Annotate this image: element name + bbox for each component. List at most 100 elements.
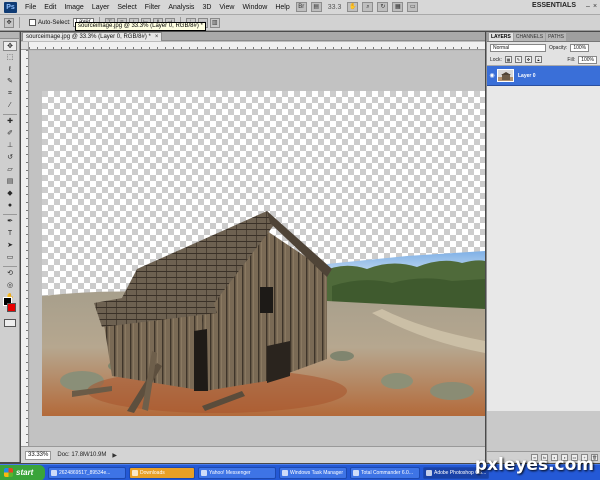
menu-help[interactable]: Help <box>271 0 293 15</box>
fill-field[interactable]: 100% <box>578 55 597 64</box>
divider <box>19 17 20 28</box>
move-tool-preset-icon[interactable]: ✥ <box>4 17 14 28</box>
tab-layers[interactable]: LAYERS <box>489 33 513 41</box>
site-watermark: pxleyes.com <box>474 455 594 475</box>
opacity-label: Opacity: <box>549 45 568 51</box>
tools-panel: ✥ ⬚ ℓ ✎ ⌗ ⁄ ✚ ✐ ⊥ ↺ ▱ ▤ ◆ ● ✒ T ➤ ▭ ⟲ ◎ … <box>0 32 20 462</box>
hand-tool-icon[interactable]: ✋ <box>347 2 359 12</box>
document-size-info: Doc: 17.8M/10.9M <box>57 452 107 458</box>
status-menu-arrow-icon[interactable]: ▶ <box>112 452 117 459</box>
eye-icon[interactable]: ◉ <box>487 72 497 79</box>
quick-select-tool-icon[interactable]: ✎ <box>3 77 17 87</box>
photoshop-logo-icon: Ps <box>4 1 17 13</box>
divider <box>3 114 17 115</box>
marquee-tool-icon[interactable]: ⬚ <box>3 53 17 63</box>
brush-tool-icon[interactable]: ✐ <box>3 129 17 139</box>
task-label: Windows Task Manager <box>290 469 343 476</box>
eyedropper-tool-icon[interactable]: ⁄ <box>3 101 17 111</box>
start-label: start <box>16 468 34 477</box>
arrange-documents-icon[interactable]: ▦ <box>392 2 404 12</box>
3d-orbit-tool-icon[interactable]: ◎ <box>3 281 17 291</box>
lock-position-icon[interactable]: ✥ <box>524 56 532 63</box>
shape-tool-icon[interactable]: ▭ <box>3 253 17 263</box>
layers-panel: LAYERS CHANNELS PATHS Normal Opacity: 10… <box>486 32 600 463</box>
menu-image[interactable]: Image <box>60 0 87 15</box>
move-tool-icon[interactable]: ✥ <box>3 41 17 51</box>
status-zoom-field[interactable]: 33.33% <box>25 450 52 460</box>
lock-transparency-icon[interactable]: ▦ <box>504 56 512 63</box>
menu-3d[interactable]: 3D <box>198 0 215 15</box>
menu-window[interactable]: Window <box>238 0 271 15</box>
menu-view[interactable]: View <box>215 0 238 15</box>
taskbar-item-downloads[interactable]: Downloads <box>129 466 195 479</box>
crop-tool-icon[interactable]: ⌗ <box>3 89 17 99</box>
lock-pixels-icon[interactable]: ✎ <box>514 56 522 63</box>
menu-select[interactable]: Select <box>113 0 140 15</box>
layer-row[interactable]: ◉ Layer 0 <box>487 66 600 86</box>
zoom-tool-icon[interactable]: ⌕ <box>362 2 374 12</box>
layer-name[interactable]: Layer 0 <box>518 73 536 79</box>
total-commander-icon <box>353 469 359 476</box>
type-tool-icon[interactable]: T <box>3 229 17 239</box>
eraser-tool-icon[interactable]: ▱ <box>3 165 17 175</box>
menu-edit[interactable]: Edit <box>40 0 60 15</box>
document-tab[interactable]: sourceimage.jpg @ 33.3% (Layer 0, RGB/8#… <box>22 32 163 41</box>
auto-select-checkbox[interactable] <box>29 19 36 26</box>
lasso-tool-icon[interactable]: ℓ <box>3 65 17 75</box>
gradient-tool-icon[interactable]: ▤ <box>3 177 17 187</box>
tab-channels[interactable]: CHANNELS <box>513 33 546 41</box>
clone-stamp-tool-icon[interactable]: ⊥ <box>3 141 17 151</box>
task-label: Downloads <box>140 469 165 476</box>
pen-tool-icon[interactable]: ✒ <box>3 217 17 227</box>
blend-mode-dropdown[interactable]: Normal <box>490 44 546 52</box>
background-color-swatch[interactable] <box>7 303 16 312</box>
quick-mask-icon[interactable] <box>4 319 16 327</box>
fill-label: Fill: <box>567 56 576 63</box>
dodge-tool-icon[interactable]: ● <box>3 201 17 211</box>
window-controls: – × <box>585 2 598 12</box>
3d-rotate-tool-icon[interactable]: ⟲ <box>3 269 17 279</box>
minimize-icon[interactable]: – <box>585 2 591 12</box>
menu-analysis[interactable]: Analysis <box>164 0 198 15</box>
divider <box>3 214 17 215</box>
screen-mode-icon[interactable]: ▭ <box>407 2 419 12</box>
canvas-image <box>42 91 485 416</box>
close-icon[interactable]: × <box>155 33 159 41</box>
lock-label: Lock: <box>490 56 502 63</box>
bridge-icon[interactable]: Br <box>295 2 307 12</box>
healing-brush-tool-icon[interactable]: ✚ <box>3 117 17 127</box>
tools-panel-grip[interactable] <box>0 32 19 39</box>
opacity-field[interactable]: 100% <box>570 44 590 52</box>
history-brush-tool-icon[interactable]: ↺ <box>3 153 17 163</box>
image-canvas[interactable] <box>42 91 485 416</box>
menu-layer[interactable]: Layer <box>88 0 114 15</box>
zoom-level-readout[interactable]: 33.3 <box>324 4 346 11</box>
taskbar-item-task-manager[interactable]: Windows Task Manager <box>279 466 347 479</box>
auto-align-icon[interactable]: ▥ <box>209 17 220 28</box>
layer-thumbnail[interactable] <box>497 69 514 82</box>
mini-bridge-icon[interactable]: ▤ <box>310 2 322 12</box>
ruler-origin[interactable] <box>21 42 29 50</box>
rotate-view-icon[interactable]: ↻ <box>377 2 389 12</box>
vertical-ruler[interactable] <box>21 50 29 446</box>
taskbar-item-total-commander[interactable]: Total Commander 6.0... <box>350 466 420 479</box>
taskbar-item-image[interactable]: 2624869517_89534e... <box>48 466 126 479</box>
photoshop-icon <box>426 469 432 476</box>
auto-select-label: Auto-Select: <box>38 19 71 26</box>
document-tab-bar: sourceimage.jpg @ 33.3% (Layer 0, RGB/8#… <box>21 32 485 41</box>
path-selection-tool-icon[interactable]: ➤ <box>3 241 17 251</box>
close-icon[interactable]: × <box>592 2 598 12</box>
folder-icon <box>132 469 138 476</box>
blur-tool-icon[interactable]: ◆ <box>3 189 17 199</box>
start-button[interactable]: start <box>0 464 45 480</box>
image-file-icon <box>51 469 57 476</box>
taskbar-item-yahoo[interactable]: Yahoo! Messenger <box>198 466 276 479</box>
lock-fill-row: Lock: ▦ ✎ ✥ 🔒︎ Fill: 100% <box>487 54 600 66</box>
lock-all-icon[interactable]: 🔒︎ <box>534 56 542 63</box>
menu-filter[interactable]: Filter <box>141 0 165 15</box>
document-window: sourceimage.jpg @ 33.3% (Layer 0, RGB/8#… <box>21 32 485 463</box>
workspace-switcher[interactable]: ESSENTIALS <box>532 2 576 9</box>
menu-file[interactable]: File <box>21 0 40 15</box>
tab-paths[interactable]: PATHS <box>546 33 566 41</box>
horizontal-ruler[interactable] <box>29 42 485 50</box>
